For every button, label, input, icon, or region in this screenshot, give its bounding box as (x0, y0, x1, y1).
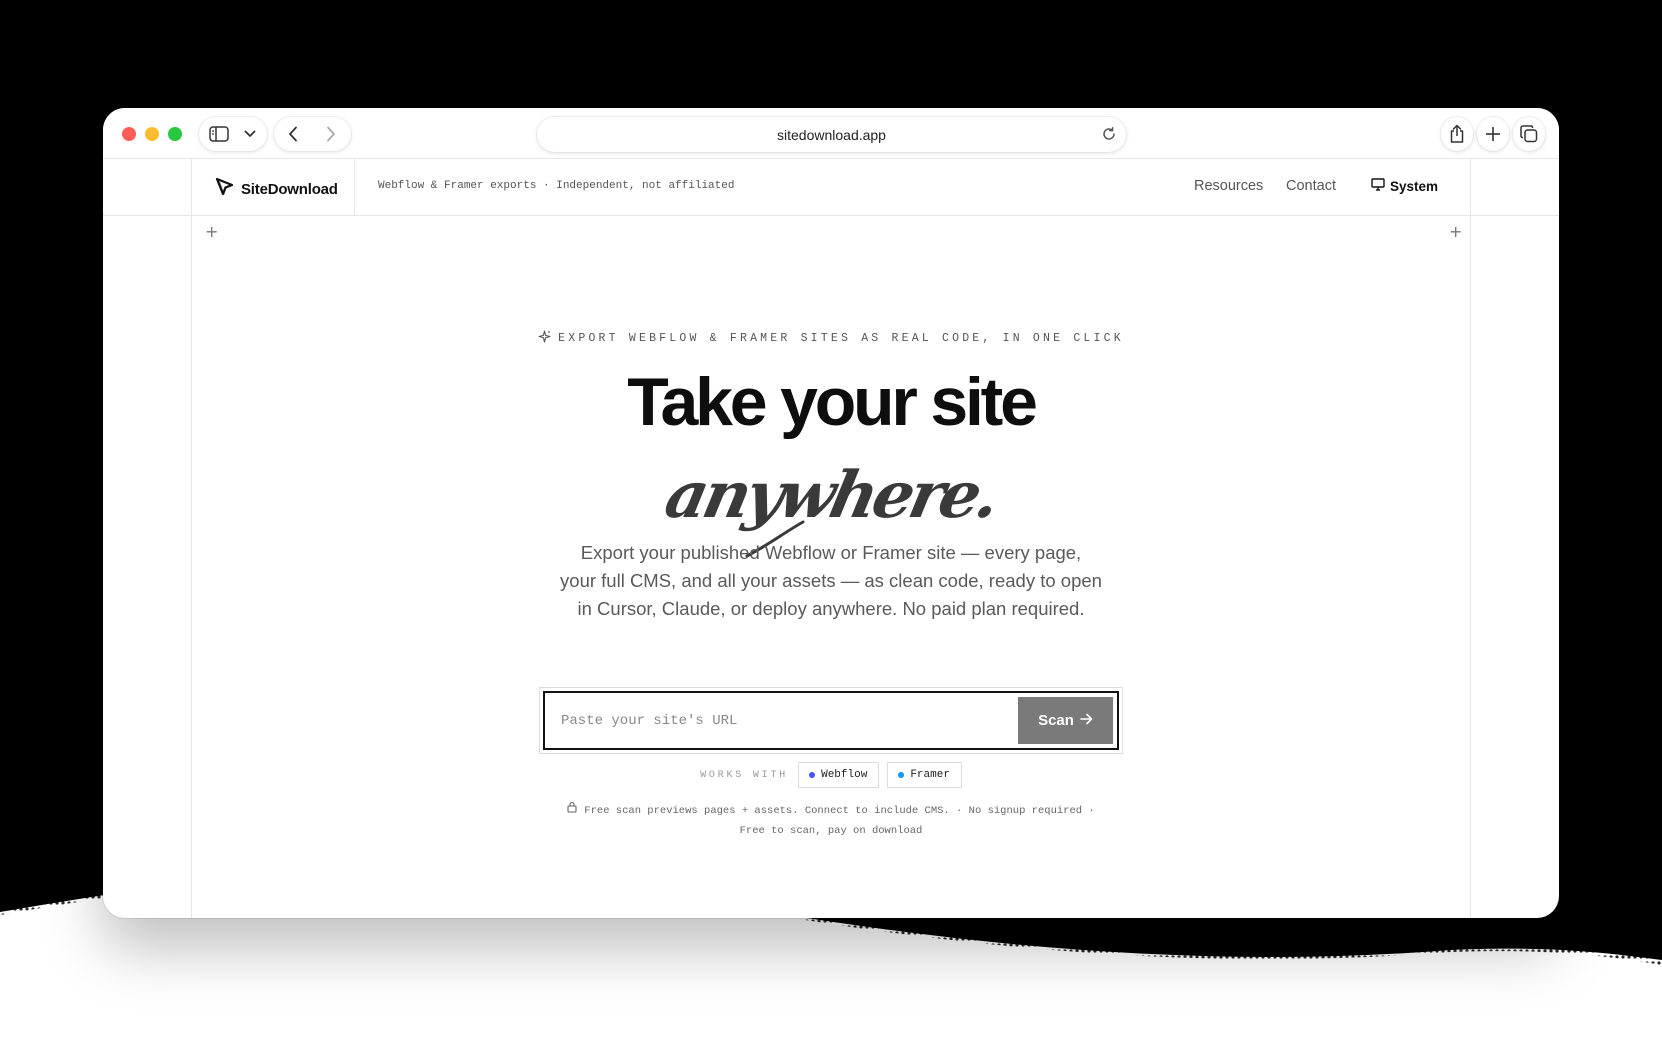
works-with-row: WORKS WITH Webflow Framer (103, 762, 1559, 788)
plus-icon: + (205, 222, 219, 241)
brand-logo[interactable]: SiteDownload (215, 177, 338, 202)
works-with-label: WORKS WITH (700, 769, 789, 781)
hero-eyebrow: EXPORT WEBFLOW & FRAMER SITES AS REAL CO… (103, 330, 1559, 347)
fine-print: Free scan previews pages + assets. Conne… (103, 801, 1559, 841)
nav-resources-link[interactable]: Resources (1194, 178, 1263, 194)
sidebar-toggle-group (199, 117, 267, 151)
scan-button[interactable]: Scan (1018, 697, 1113, 744)
scan-button-label: Scan (1038, 712, 1074, 729)
hero-description-line: Export your published Webflow or Framer … (580, 542, 1082, 563)
hero-description-line: your full CMS, and all your assets — as … (560, 570, 1102, 591)
hero-description-line: in Cursor, Claude, or deploy anywhere. N… (577, 598, 1085, 619)
theme-label: System (1390, 178, 1439, 194)
new-tab-icon[interactable] (1477, 117, 1509, 151)
cursor-logo-icon (215, 177, 235, 202)
eyebrow-text: EXPORT WEBFLOW & FRAMER SITES AS REAL CO… (558, 332, 1124, 345)
fine-print-line: Free to scan, pay on download (739, 825, 923, 837)
site-url-input[interactable] (545, 693, 1018, 748)
platform-chip-webflow: Webflow (798, 762, 880, 788)
hero-headline: Take your site (627, 364, 1038, 440)
share-icon[interactable] (1441, 117, 1473, 151)
tabs-overview-icon[interactable] (1513, 117, 1545, 151)
address-bar[interactable]: sitedownload.app (537, 117, 1126, 152)
navigation-group (274, 117, 351, 151)
hero-description: Export your published Webflow or Framer … (103, 539, 1559, 623)
minimize-window-button[interactable] (145, 127, 159, 141)
zoom-window-button[interactable] (168, 127, 182, 141)
fine-print-line: Free scan previews pages + assets. Conne… (584, 805, 1095, 817)
browser-toolbar: sitedownload.app (103, 108, 1559, 159)
site-header: SiteDownload Webflow & Framer exports · … (103, 159, 1559, 216)
browser-window: sitedownload.app SiteDownload Webflow & … (103, 108, 1559, 918)
hero-script-word: anywhere. (658, 458, 1004, 533)
webflow-dot (809, 772, 816, 778)
nav-contact-link[interactable]: Contact (1286, 178, 1336, 194)
monitor-icon (1371, 178, 1385, 194)
sidebar-icon[interactable] (199, 117, 239, 151)
platform-chip-framer: Framer (887, 762, 962, 788)
lock-icon (567, 801, 577, 821)
platform-name: Webflow (821, 769, 868, 781)
sparkle-icon (538, 330, 551, 347)
brand-name: SiteDownload (241, 181, 338, 198)
reload-icon[interactable] (1101, 126, 1117, 147)
theme-toggle-button[interactable]: System (1371, 178, 1438, 194)
header-divider (354, 159, 355, 215)
url-scan-form: Scan (543, 691, 1119, 750)
chevron-down-icon[interactable] (239, 117, 261, 151)
framer-dot (898, 772, 905, 778)
back-arrow-icon[interactable] (274, 117, 312, 151)
plus-icon: + (1449, 222, 1463, 241)
arrow-right-icon (1080, 712, 1093, 729)
forward-arrow-icon[interactable] (312, 117, 350, 151)
address-url: sitedownload.app (777, 126, 886, 143)
platform-name: Framer (910, 769, 950, 781)
site-tagline: Webflow & Framer exports · Independent, … (378, 180, 735, 192)
close-window-button[interactable] (122, 127, 136, 141)
